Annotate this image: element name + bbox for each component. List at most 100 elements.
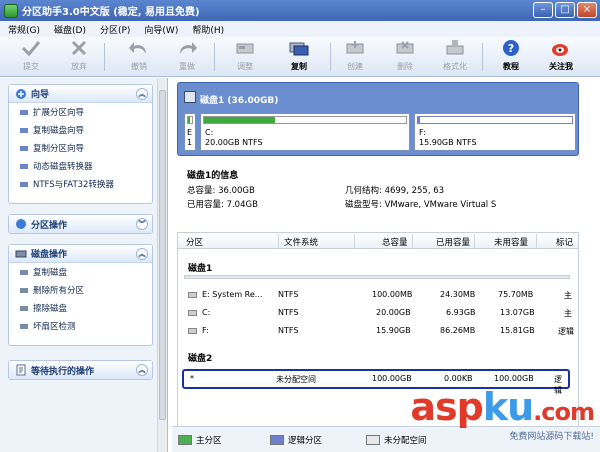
- sidebar-item-copy-disk-wizard[interactable]: 复制磁盘向导: [9, 121, 152, 139]
- sidebar-scrollbar[interactable]: [157, 78, 167, 452]
- disk-model: 磁盘型号: VMware, VMware Virtual S: [345, 200, 497, 210]
- tutorial-button[interactable]: ? 教程: [494, 39, 528, 75]
- discard-label: 放弃: [71, 62, 87, 71]
- column-divider[interactable]: [536, 234, 537, 248]
- cell-filesystem: NTFS: [278, 326, 299, 335]
- column-divider[interactable]: [474, 234, 475, 248]
- title-bar: 分区助手3.0中文版 (稳定, 易用且免费) – □ ×: [0, 0, 600, 21]
- redo-label: 重做: [179, 62, 195, 71]
- column-header-filesystem[interactable]: 文件系统: [284, 236, 318, 248]
- table-header: 分区 文件系统 总容量 已用容量 未用容量 标记: [178, 233, 578, 249]
- column-header-used[interactable]: 已用容量: [436, 236, 470, 248]
- column-divider[interactable]: [278, 234, 279, 248]
- cell-flag: 逻辑: [558, 327, 574, 336]
- watermark-brand-c: .com: [533, 398, 595, 426]
- toolbar-separator: [330, 43, 331, 71]
- column-header-partition[interactable]: 分区: [186, 236, 203, 248]
- sidebar-item-copy-disk[interactable]: 复制磁盘: [9, 263, 152, 281]
- disk-item-icon: [20, 324, 28, 329]
- partition-ops-header[interactable]: 分区操作 ︾: [9, 215, 152, 233]
- redo-button[interactable]: 重做: [170, 39, 204, 75]
- expand-down-icon[interactable]: ︾: [136, 218, 148, 230]
- discard-button[interactable]: 放弃: [62, 39, 96, 75]
- pending-ops-title: 等待执行的操作: [31, 366, 95, 377]
- cell-partition: F:: [202, 326, 209, 335]
- partition-drive-icon: [188, 328, 197, 334]
- partition-block-f[interactable]: F: 15.90GB NTFS: [414, 113, 576, 151]
- wizard-item-icon: [20, 164, 28, 169]
- table-row[interactable]: C: NTFS 20.00GB 6.93GB 13.07GB 主: [178, 305, 578, 321]
- maximize-button[interactable]: □: [555, 2, 575, 18]
- svg-text:?: ?: [508, 42, 514, 55]
- menu-general[interactable]: 常规(G): [8, 23, 40, 36]
- sidebar-item-delete-all-partitions[interactable]: 删除所有分区: [9, 281, 152, 299]
- sidebar-item-extend-partition-wizard[interactable]: 扩展分区向导: [9, 103, 152, 121]
- sidebar-item-dynamic-disk-converter[interactable]: 动态磁盘转换器: [9, 157, 152, 175]
- table-row[interactable]: F: NTFS 15.90GB 86.26MB 15.81GB 逻辑: [178, 323, 578, 339]
- watermark-brand-b: ku: [482, 385, 534, 429]
- partition-size: 1: [187, 138, 193, 147]
- column-divider[interactable]: [412, 234, 413, 248]
- column-divider[interactable]: [354, 234, 355, 248]
- sidebar-item-label: 擦除磁盘: [33, 304, 68, 314]
- commit-button[interactable]: 提交: [14, 39, 48, 75]
- collapse-up-icon[interactable]: ︽: [136, 247, 148, 260]
- undo-label: 撤销: [131, 62, 147, 71]
- follow-label: 关注我: [549, 62, 573, 71]
- delete-button[interactable]: 删除: [388, 39, 422, 75]
- menu-disk[interactable]: 磁盘(D): [54, 23, 86, 36]
- sidebar-item-label: 动态磁盘转换器: [33, 162, 93, 172]
- partition-block-c[interactable]: C: 20.00GB NTFS: [200, 113, 410, 151]
- partition-drive-icon: [188, 292, 197, 298]
- format-button[interactable]: 格式化: [438, 39, 472, 75]
- help-icon: ?: [503, 40, 519, 56]
- close-button[interactable]: ×: [577, 2, 597, 18]
- cell-total: 100.00GB: [372, 374, 412, 383]
- collapse-up-icon[interactable]: ︽: [136, 364, 148, 376]
- sidebar-item-wipe-disk[interactable]: 擦除磁盘: [9, 299, 152, 317]
- partition-usage-bar: [203, 116, 407, 124]
- column-header-flag[interactable]: 标记: [556, 236, 573, 248]
- column-header-free[interactable]: 未用容量: [494, 236, 528, 248]
- scrollbar-thumb[interactable]: [159, 90, 166, 420]
- cell-flag: 主: [564, 309, 572, 318]
- disk-group-divider: [184, 275, 570, 279]
- menu-help[interactable]: 帮助(H): [192, 23, 224, 36]
- disk-group-label: 磁盘1: [188, 264, 213, 274]
- sidebar-item-label: NTFS与FAT32转换器: [33, 180, 114, 190]
- partition-letter: E: [187, 128, 193, 137]
- sidebar-item-ntfs-fat32-converter[interactable]: NTFS与FAT32转换器: [9, 175, 152, 193]
- partition-info: 15.90GB NTFS: [419, 138, 477, 147]
- partition-usage-bar: [417, 116, 573, 124]
- pending-icon: [16, 364, 26, 376]
- toolbar-separator: [104, 43, 105, 71]
- cell-filesystem: NTFS: [278, 290, 299, 299]
- pending-ops-header[interactable]: 等待执行的操作 ︽: [9, 361, 152, 379]
- minimize-button[interactable]: –: [533, 2, 553, 18]
- menu-partition[interactable]: 分区(P): [100, 23, 130, 36]
- partition-ops-title: 分区操作: [31, 220, 68, 231]
- cell-used: 0.00KB: [444, 374, 473, 383]
- undo-button[interactable]: 撤销: [122, 39, 156, 75]
- follow-button[interactable]: 关注我: [544, 39, 578, 75]
- collapse-up-icon[interactable]: ︽: [136, 87, 148, 100]
- window-title: 分区助手3.0中文版 (稳定, 易用且免费): [22, 7, 200, 18]
- sidebar-item-copy-partition-wizard[interactable]: 复制分区向导: [9, 139, 152, 157]
- column-header-total[interactable]: 总容量: [382, 236, 408, 248]
- cell-total: 100.00MB: [372, 290, 413, 299]
- adjust-button[interactable]: 调整: [228, 39, 262, 75]
- create-button[interactable]: 创建: [338, 39, 372, 75]
- table-row[interactable]: E: System Re... NTFS 100.00MB 24.30MB 75…: [178, 287, 578, 303]
- disk-map[interactable]: 磁盘1 (36.00GB) E 1 C: 20.00GB NTFS F: 15.…: [177, 82, 579, 156]
- wizard-item-icon: [20, 128, 28, 133]
- disk-ops-header[interactable]: 磁盘操作 ︽: [9, 245, 152, 263]
- cell-total: 20.00GB: [376, 308, 411, 317]
- partition-drive-icon: [188, 310, 197, 316]
- menu-wizard[interactable]: 向导(W): [144, 23, 178, 36]
- cell-free: 13.07GB: [500, 308, 535, 317]
- cell-free: 100.00GB: [494, 374, 534, 383]
- partition-block-e[interactable]: E 1: [184, 113, 196, 151]
- sidebar-item-bad-sector-check[interactable]: 坏扇区检测: [9, 317, 152, 335]
- copy-button[interactable]: 复制: [282, 39, 316, 75]
- wizard-group-header[interactable]: 向导 ︽: [9, 85, 152, 103]
